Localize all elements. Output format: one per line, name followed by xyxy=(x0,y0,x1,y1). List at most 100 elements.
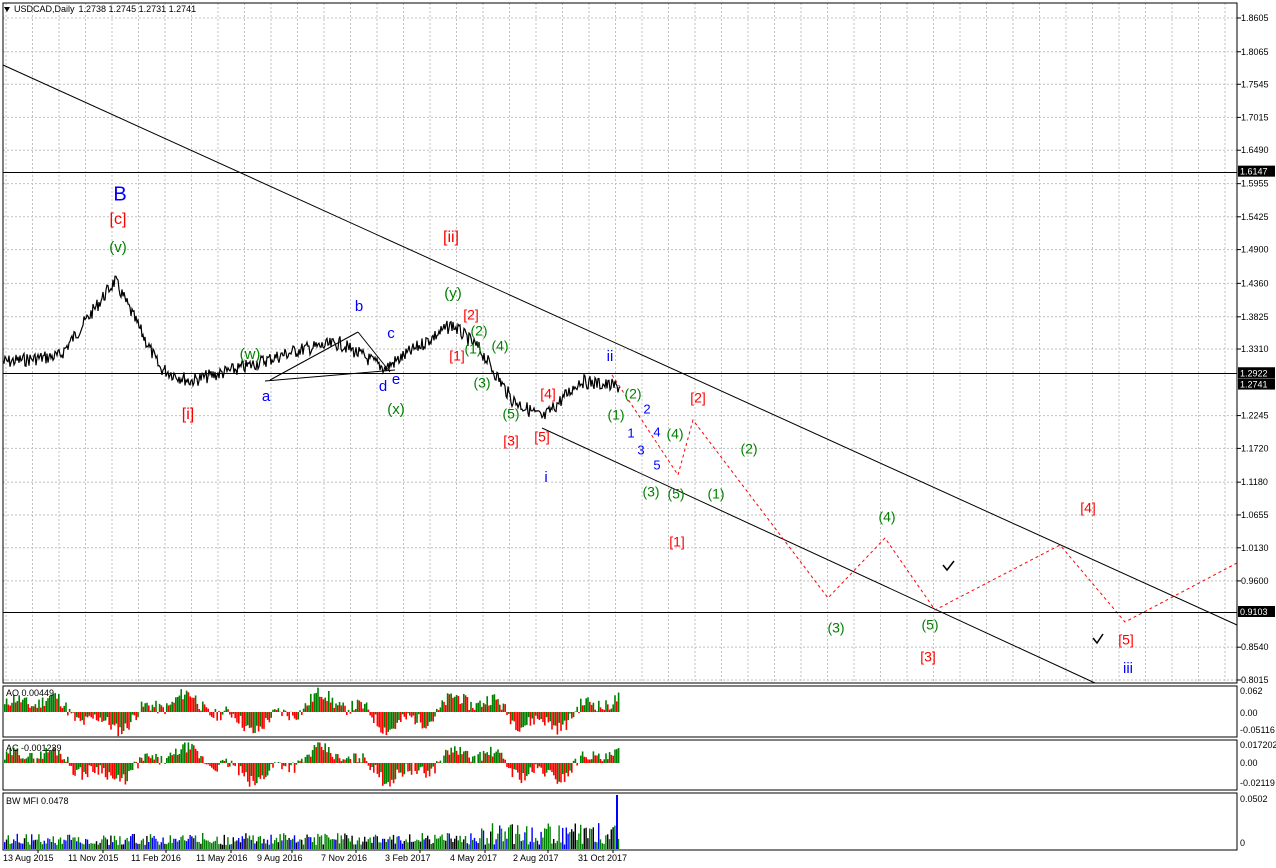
indicator-bar xyxy=(268,763,271,771)
mfi-bar xyxy=(25,834,27,849)
indicator-bar xyxy=(331,697,334,712)
mfi-bar xyxy=(268,844,270,849)
mfi-bar xyxy=(493,844,495,849)
mfi-bar xyxy=(383,838,386,849)
time-tick-label: 7 Nov 2016 xyxy=(321,853,367,863)
indicator-bar xyxy=(86,712,89,718)
price-tick-label: 1.3310 xyxy=(1241,344,1269,354)
indicator-bar xyxy=(245,763,247,773)
price-tick-label: 0.9600 xyxy=(1241,576,1269,586)
indicator-bar xyxy=(403,763,406,775)
indicator-bar xyxy=(563,712,566,721)
indicator-bar xyxy=(616,701,618,712)
mfi-bar xyxy=(146,835,148,849)
indicator-bar xyxy=(200,710,202,712)
mfi-bar xyxy=(337,833,339,849)
ohlc-label: 1.2738 1.2745 1.2731 1.2741 xyxy=(78,4,197,14)
mfi-bar xyxy=(351,835,353,849)
indicator-bar xyxy=(241,763,244,773)
mfi-bar xyxy=(295,842,297,849)
indicator-bar xyxy=(214,763,217,771)
indicator-bar xyxy=(540,712,542,720)
mfi-bar xyxy=(234,841,236,849)
wave-label: (2) xyxy=(624,386,641,402)
mfi-bar xyxy=(486,838,488,849)
mfi-bar xyxy=(103,835,105,849)
indicator-bar xyxy=(589,759,591,763)
mfi-bar xyxy=(65,840,67,849)
indicator-bar xyxy=(371,763,373,768)
mfi-bar xyxy=(135,842,137,849)
indicator-bar xyxy=(551,712,553,730)
indicator-bar xyxy=(439,707,442,712)
mfi-bar xyxy=(360,844,362,849)
mfi-bar xyxy=(382,838,384,849)
indicator-bar xyxy=(112,712,114,725)
mfi-bar xyxy=(328,837,330,849)
mfi-bar xyxy=(374,834,377,849)
indicator-bar xyxy=(491,694,494,712)
dropdown-icon[interactable] xyxy=(4,7,10,12)
indicator-bar xyxy=(499,752,501,763)
mfi-bar xyxy=(191,836,193,849)
mfi-bar xyxy=(457,840,459,849)
mfi-bar xyxy=(36,839,38,849)
mfi-bar xyxy=(290,839,292,849)
indicator-bar xyxy=(265,712,267,718)
indicator-bar xyxy=(153,707,155,712)
indicator-bar xyxy=(63,759,65,763)
mfi-bar xyxy=(369,837,371,849)
mfi-bar xyxy=(115,840,117,849)
indicator-bar xyxy=(427,712,429,726)
indicator-bar xyxy=(473,755,476,763)
mfi-bar xyxy=(392,834,395,849)
indicator-bar xyxy=(430,712,433,722)
indicator-bar xyxy=(205,707,208,712)
indicator-bar xyxy=(90,712,92,718)
indicator-bar xyxy=(32,758,35,763)
mfi-bar xyxy=(472,839,474,849)
mfi-bar xyxy=(540,831,542,849)
indicator-bar xyxy=(184,694,186,712)
indicator-bar xyxy=(562,763,564,775)
indicator-bar xyxy=(277,762,280,763)
mfi-bar xyxy=(302,844,305,849)
indicator-bar xyxy=(76,763,78,770)
mfi-bar xyxy=(139,843,141,849)
mfi-bar xyxy=(322,844,324,849)
indicator-bar xyxy=(283,709,285,712)
indicator-bar xyxy=(265,763,267,778)
indicator-bar xyxy=(221,712,224,715)
indicator-bar xyxy=(520,763,523,784)
mfi-bar xyxy=(45,843,47,849)
time-tick-label: 2 Aug 2017 xyxy=(513,853,559,863)
indicator-bar xyxy=(405,712,407,720)
indicator-bar xyxy=(32,706,35,712)
mfi-bar xyxy=(432,843,434,849)
indicator-bar xyxy=(412,712,415,716)
indicator-bar xyxy=(466,751,469,763)
indicator-tick-label: -0.02119 xyxy=(1240,778,1275,788)
mfi-bar xyxy=(329,839,332,849)
indicator-bar xyxy=(486,752,488,763)
mfi-bar xyxy=(297,841,299,849)
mfi-bar xyxy=(520,841,522,849)
mfi-bar xyxy=(592,827,594,849)
indicator-bar xyxy=(358,700,361,712)
indicator-bar xyxy=(200,755,202,763)
time-tick-label: 11 Feb 2016 xyxy=(131,853,181,863)
indicator-bar xyxy=(545,763,548,773)
symbol-label: USDCAD,Daily xyxy=(14,4,75,14)
wave-label: B xyxy=(113,183,126,205)
indicator-bar xyxy=(529,712,532,726)
indicator-bar xyxy=(356,699,359,712)
indicator-bar xyxy=(468,710,470,712)
mfi-bar xyxy=(193,838,195,849)
indicator-bar xyxy=(524,712,526,726)
indicator-bar xyxy=(468,757,470,763)
mfi-bar xyxy=(265,843,267,849)
mfi-bar xyxy=(50,841,53,849)
indicator-bar xyxy=(535,712,537,716)
mfi-bar xyxy=(315,844,317,849)
indicator-bar xyxy=(392,763,395,784)
